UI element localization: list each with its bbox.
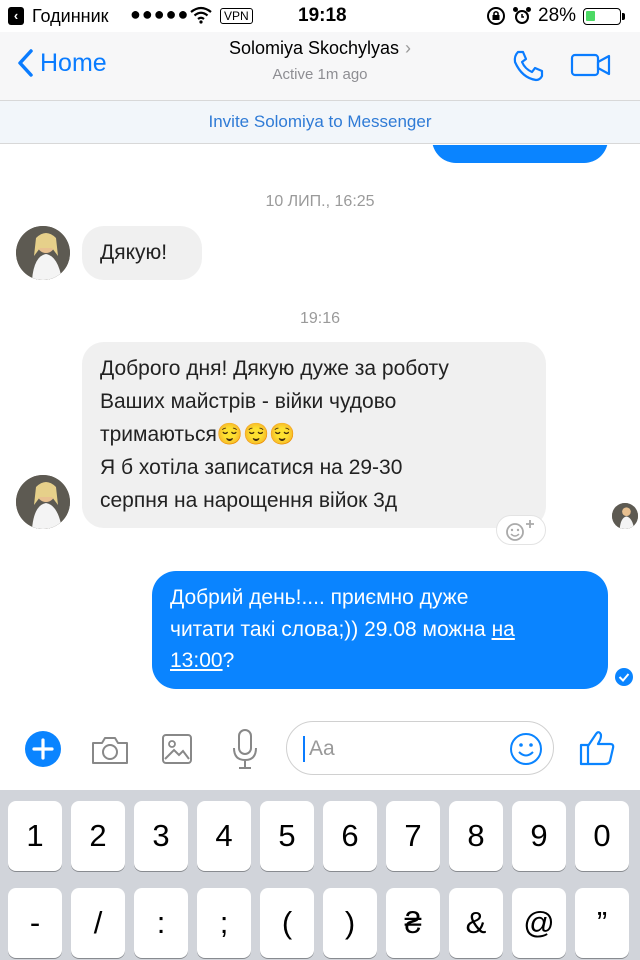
key-colon[interactable]: : bbox=[134, 888, 188, 958]
alarm-icon bbox=[513, 7, 531, 24]
contact-photo-small bbox=[612, 503, 638, 529]
message-list[interactable]: 10 ЛИП., 16:25 Дякую! 19:16 Доброго дня!… bbox=[0, 145, 640, 705]
phone-icon[interactable] bbox=[510, 48, 546, 84]
message-line: читати такі слова;)) 29.08 можна на bbox=[170, 614, 590, 646]
conversation-header: Home Solomiya Skochylyas › Active 1m ago bbox=[0, 32, 640, 100]
key-0[interactable]: 0 bbox=[575, 801, 629, 871]
vpn-badge: VPN bbox=[220, 8, 253, 24]
message-text: ? bbox=[222, 649, 235, 672]
message-input[interactable]: Aa bbox=[286, 721, 554, 775]
video-call-icon[interactable] bbox=[570, 52, 612, 78]
timestamp: 19:16 bbox=[299, 310, 341, 327]
battery-tip bbox=[622, 13, 625, 20]
key-9[interactable]: 9 bbox=[512, 801, 566, 871]
emoji-icon[interactable] bbox=[509, 732, 543, 766]
composer-bar: Aa bbox=[0, 706, 640, 790]
invite-banner[interactable]: Invite Solomiya to Messenger bbox=[0, 100, 640, 144]
keyboard: 1 2 3 4 5 6 7 8 9 0 - / : ; ( ) ₴ & @ ” bbox=[0, 790, 640, 960]
delivered-check-icon bbox=[615, 668, 633, 686]
clock: 19:18 bbox=[298, 5, 347, 26]
key-quote[interactable]: ” bbox=[575, 888, 629, 958]
rotation-lock-icon bbox=[487, 7, 505, 25]
contact-photo bbox=[16, 226, 70, 280]
message-line: 13:00? bbox=[170, 645, 590, 677]
key-at[interactable]: @ bbox=[512, 888, 566, 958]
key-4[interactable]: 4 bbox=[197, 801, 251, 871]
chevron-right-icon: › bbox=[405, 38, 412, 58]
message-line: Добрий день!.... приємно дуже bbox=[170, 586, 469, 609]
message-line: Я б хотіла записатися на 29-30 bbox=[100, 456, 403, 479]
key-hryvnia[interactable]: ₴ bbox=[386, 888, 440, 958]
contact-photo bbox=[16, 475, 70, 529]
message-text: читати такі слова;)) 29.08 можна bbox=[170, 617, 492, 641]
battery-icon bbox=[583, 8, 621, 25]
message-line: Доброго дня! Дякую дуже за роботу bbox=[100, 357, 449, 380]
previous-outgoing-bubble bbox=[432, 145, 608, 163]
carrier-name: Годинник bbox=[32, 6, 109, 26]
message-line: серпня на нарощення війок 3д bbox=[100, 489, 398, 512]
message-line: Ваших майстрів - війки чудово bbox=[100, 390, 397, 413]
timestamp: 10 ЛИП., 16:25 bbox=[265, 193, 375, 210]
avatar[interactable] bbox=[16, 475, 70, 529]
status-bar: ‹ Годинник ●●●●● VPN 19:18 28% bbox=[0, 0, 640, 32]
key-6[interactable]: 6 bbox=[323, 801, 377, 871]
key-7[interactable]: 7 bbox=[386, 801, 440, 871]
text-caret bbox=[303, 736, 305, 762]
smiley-plus-icon bbox=[506, 520, 534, 541]
camera-icon[interactable] bbox=[90, 734, 130, 766]
contact-name-text: Solomiya Skochylyas bbox=[228, 38, 400, 58]
incoming-message[interactable]: Дякую! bbox=[82, 226, 202, 280]
message-input-placeholder: Aa bbox=[309, 737, 335, 760]
key-open-paren[interactable]: ( bbox=[260, 888, 314, 958]
incoming-message[interactable]: Доброго дня! Дякую дуже за роботу Ваших … bbox=[82, 342, 546, 528]
plus-icon[interactable] bbox=[24, 730, 62, 768]
back-to-app-icon[interactable]: ‹ bbox=[8, 7, 24, 25]
message-line: тримаються😌😌😌 bbox=[100, 423, 296, 446]
message-link[interactable]: 13:00 bbox=[170, 649, 223, 672]
wifi-icon bbox=[190, 6, 212, 24]
key-close-paren[interactable]: ) bbox=[323, 888, 377, 958]
message-text: Дякую! bbox=[100, 241, 168, 264]
outgoing-message[interactable]: Добрий день!.... приємно дуже читати так… bbox=[152, 571, 608, 689]
microphone-icon[interactable] bbox=[230, 728, 260, 770]
signal-strength: ●●●●● bbox=[130, 4, 190, 24]
key-8[interactable]: 8 bbox=[449, 801, 503, 871]
key-3[interactable]: 3 bbox=[134, 801, 188, 871]
image-icon[interactable] bbox=[160, 732, 194, 766]
key-2[interactable]: 2 bbox=[71, 801, 125, 871]
battery-percent: 28% bbox=[538, 5, 577, 26]
thumbs-up-icon[interactable] bbox=[578, 728, 616, 768]
key-slash[interactable]: / bbox=[71, 888, 125, 958]
key-semicolon[interactable]: ; bbox=[197, 888, 251, 958]
read-receipt-avatar bbox=[612, 503, 638, 529]
add-reaction-button[interactable] bbox=[496, 515, 546, 545]
avatar[interactable] bbox=[16, 226, 70, 280]
key-ampersand[interactable]: & bbox=[449, 888, 503, 958]
message-link[interactable]: на bbox=[492, 618, 515, 641]
key-5[interactable]: 5 bbox=[260, 801, 314, 871]
key-hyphen[interactable]: - bbox=[8, 888, 62, 958]
key-1[interactable]: 1 bbox=[8, 801, 62, 871]
